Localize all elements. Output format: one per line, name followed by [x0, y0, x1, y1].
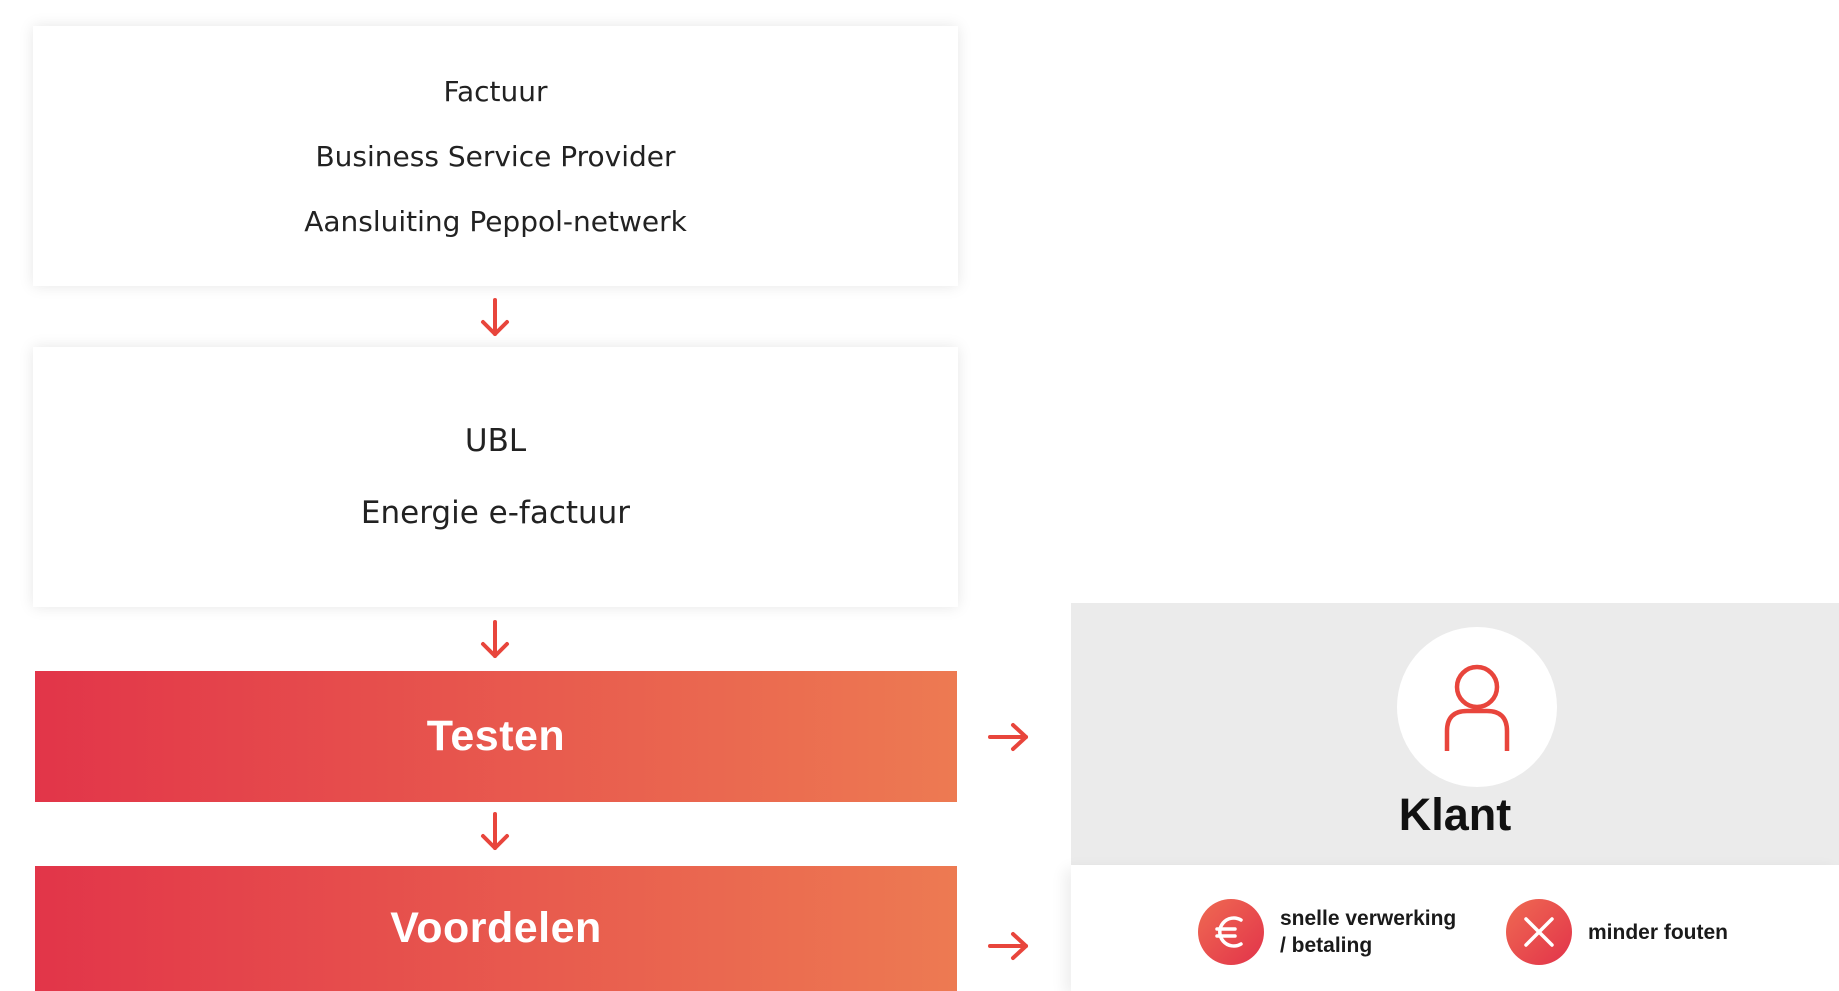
voordelen-bar: Voordelen	[35, 866, 957, 991]
avatar	[1397, 627, 1557, 787]
benefit-fast-processing-line1: snelle verwerking	[1280, 907, 1457, 930]
person-icon	[1444, 664, 1510, 751]
benefit-fewer-errors: minder fouten	[1506, 899, 1728, 965]
invoice-title: Factuur	[443, 74, 548, 108]
benefits-panel: snelle verwerking / betaling minder fout…	[1071, 865, 1839, 991]
business-service-provider-label: Business Service Provider	[315, 139, 676, 173]
arrow-right-icon	[988, 932, 1028, 960]
benefit-fast-processing: snelle verwerking / betaling	[1198, 899, 1456, 965]
benefit-fewer-errors-label: minder fouten	[1588, 920, 1728, 944]
peppol-connection-label: Aansluiting Peppol-netwerk	[304, 204, 687, 238]
invoice-card: Factuur Business Service Provider Aanslu…	[33, 26, 958, 286]
arrow-down-icon	[481, 812, 509, 850]
arrow-right-icon	[988, 723, 1028, 751]
benefit-fast-processing-line2: / betaling	[1280, 934, 1373, 957]
arrow-down-icon	[481, 298, 509, 336]
cross-icon	[1506, 899, 1572, 965]
flow-diagram: Factuur Business Service Provider Aanslu…	[0, 0, 1839, 991]
euro-icon	[1198, 899, 1264, 965]
testen-bar: Testen	[35, 671, 957, 802]
klant-panel: Klant	[1071, 603, 1839, 865]
format-card: UBL Energie e-factuur	[33, 347, 958, 607]
arrow-down-icon	[481, 620, 509, 658]
ubl-label: UBL	[464, 423, 527, 459]
energy-einvoice-label: Energie e-factuur	[360, 495, 631, 531]
klant-label: Klant	[1398, 789, 1512, 840]
